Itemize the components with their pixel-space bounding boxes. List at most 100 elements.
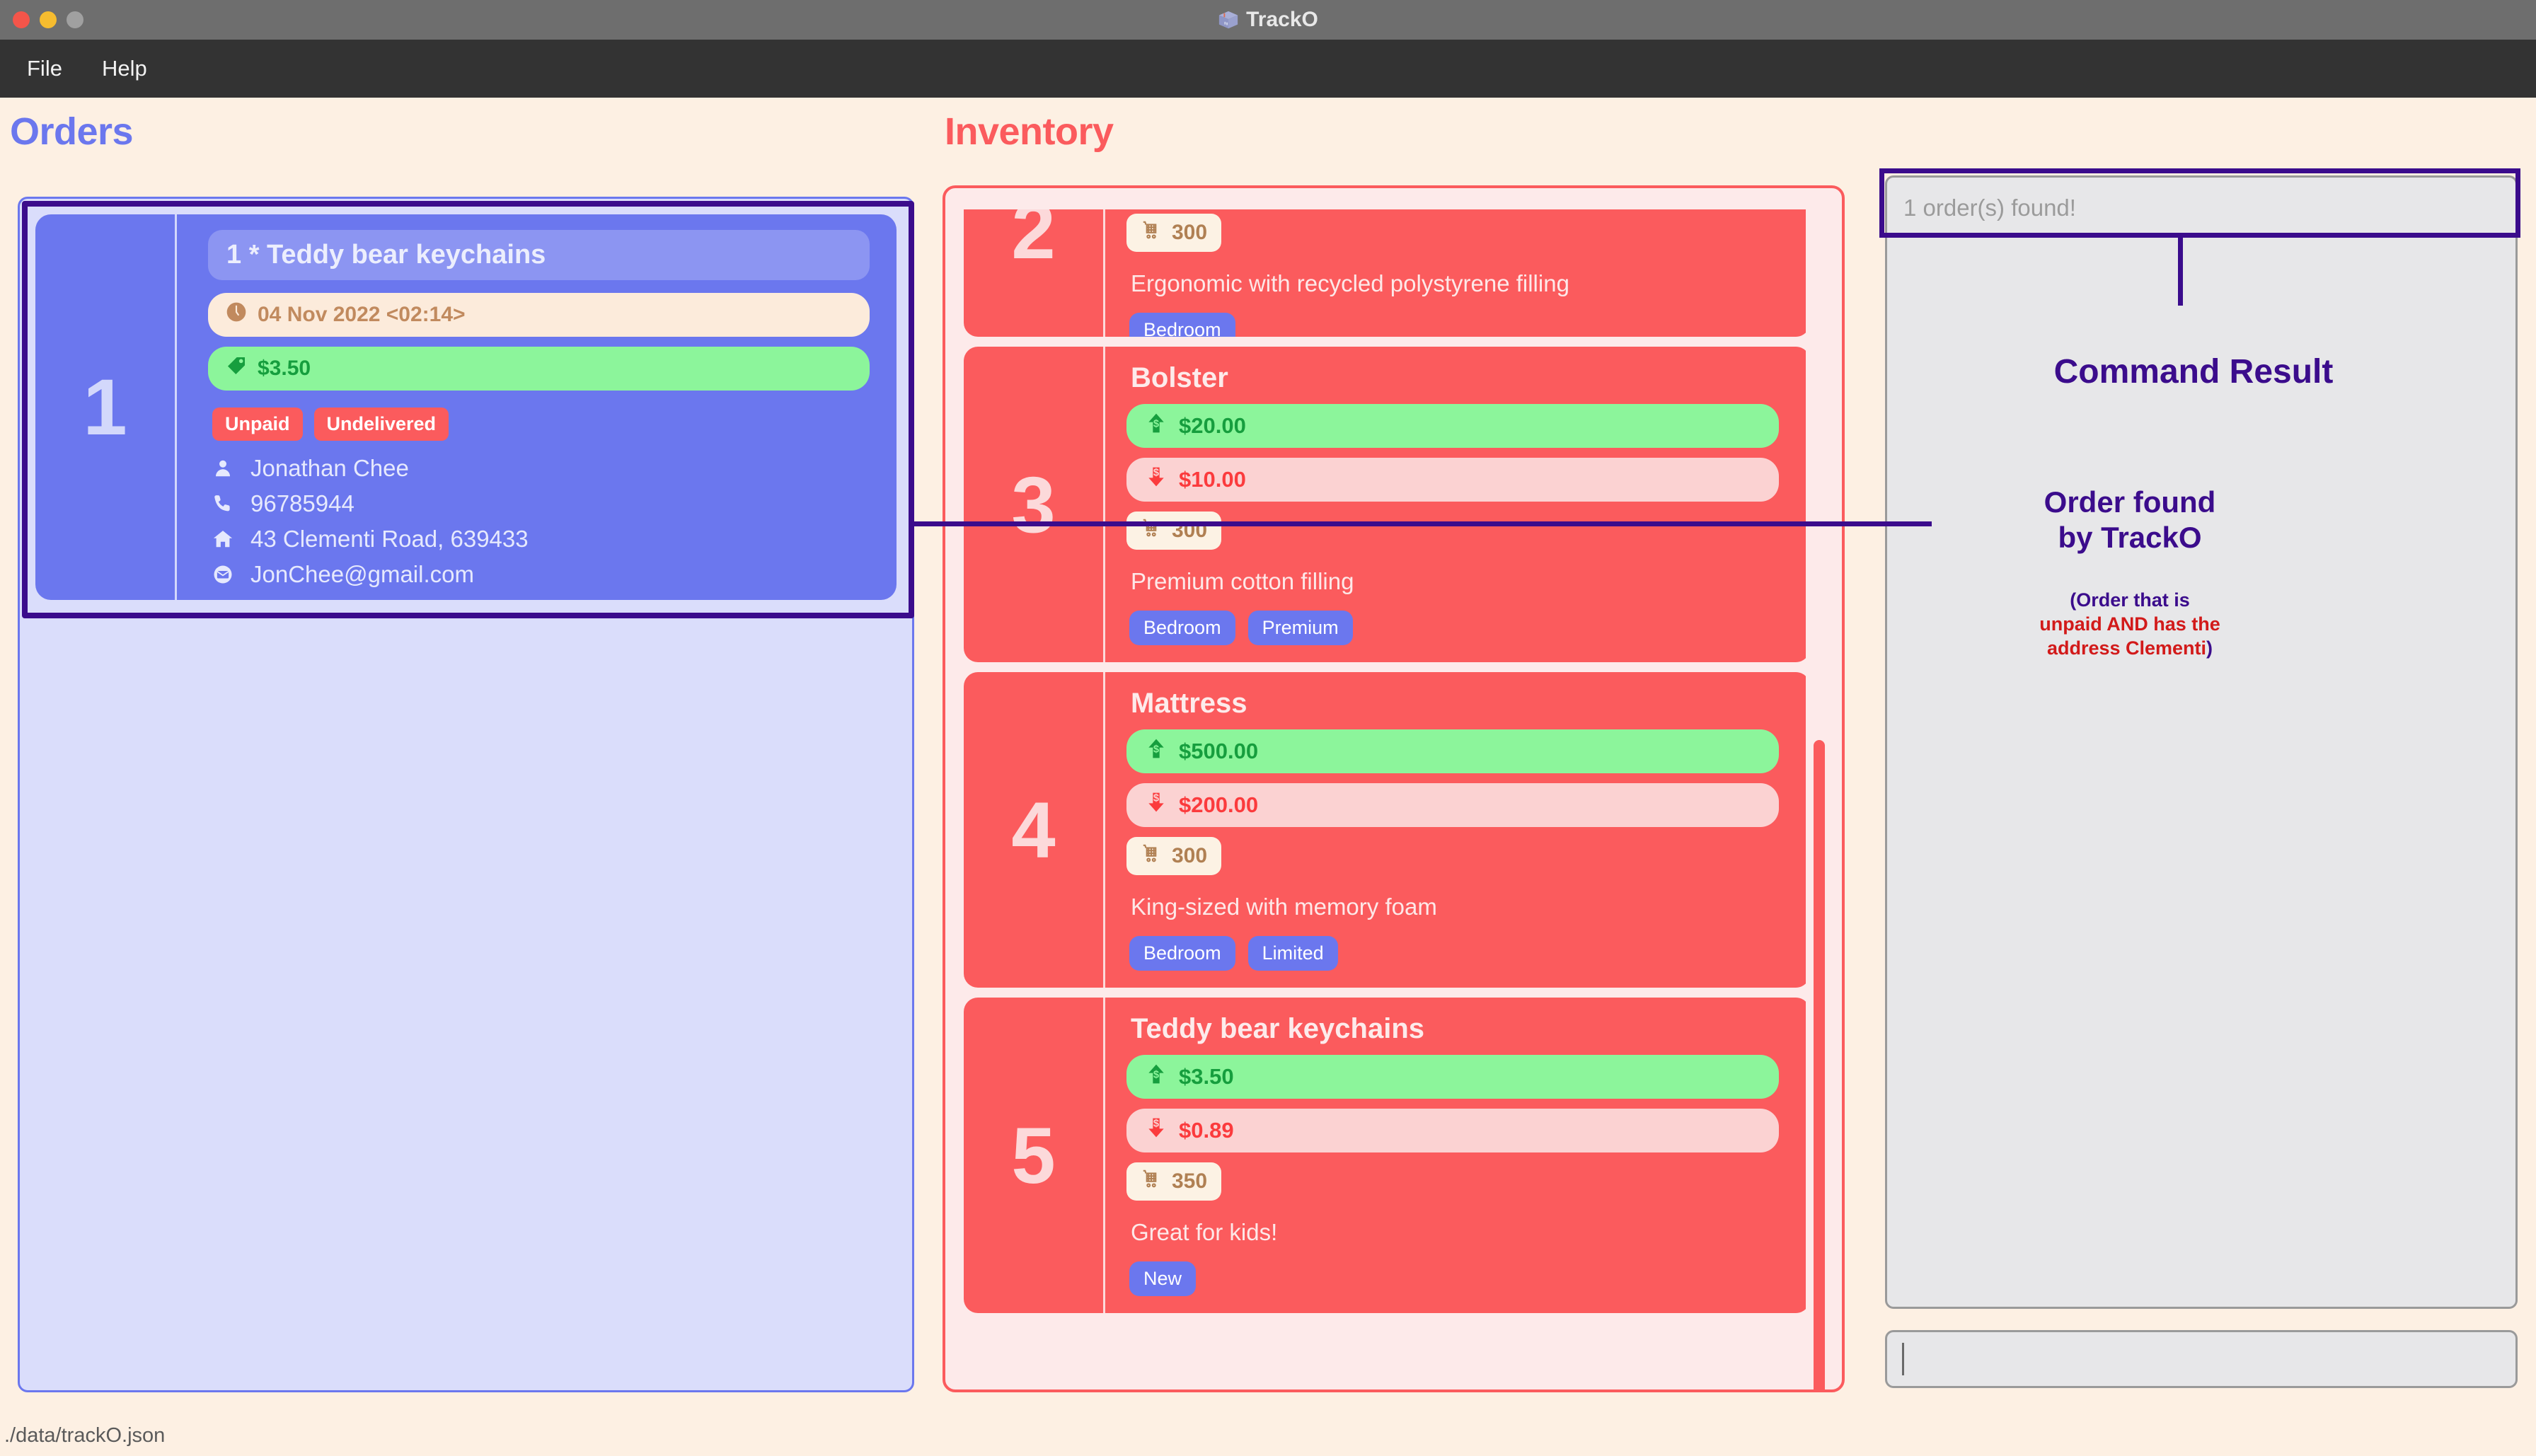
clock-icon bbox=[225, 301, 248, 329]
annotation-order-found-line2: by TrackO bbox=[2058, 520, 2202, 554]
inventory-tag: New bbox=[1129, 1261, 1197, 1296]
inventory-index: 3 bbox=[964, 347, 1105, 662]
inventory-tag: Bedroom bbox=[1129, 313, 1235, 337]
status-bar-path: ./data/trackO.json bbox=[4, 1424, 166, 1447]
inventory-sell-value: $3.50 bbox=[1179, 1064, 1234, 1089]
orders-panel[interactable]: 1 1 * Teddy bear keychains 04 Nov 2022 <… bbox=[18, 197, 914, 1392]
status-badge-unpaid: Unpaid bbox=[212, 408, 303, 441]
inventory-tags: Bedroom Limited bbox=[1129, 936, 1779, 971]
inventory-tags: Bedroom bbox=[1129, 313, 1779, 337]
inventory-tag: Premium bbox=[1247, 611, 1353, 645]
inventory-sell-value: $20.00 bbox=[1179, 413, 1246, 438]
inventory-sell-price: $ $500.00 bbox=[1126, 729, 1779, 773]
order-address: 43 Clementi Road, 639433 bbox=[250, 526, 529, 552]
price-up-icon: $ bbox=[1145, 737, 1168, 765]
inventory-cost-price: $ $200.00 bbox=[1126, 783, 1779, 827]
command-input-caret bbox=[1902, 1343, 1904, 1375]
command-result-panel bbox=[1885, 175, 2518, 1309]
inventory-scrollbar[interactable] bbox=[1814, 740, 1825, 1389]
orders-heading: Orders bbox=[10, 110, 134, 153]
inventory-card[interactable]: 3 Bolster $ $20.00 $ $10.00 300 Premium … bbox=[964, 347, 1806, 662]
inventory-title: Bolster bbox=[1131, 362, 1228, 393]
package-box-icon bbox=[1218, 9, 1239, 30]
window-title-text: TrackO bbox=[1246, 8, 1318, 31]
inventory-description: Ergonomic with recycled polystyrene fill… bbox=[1131, 270, 1569, 296]
title-bar: TrackO bbox=[0, 0, 2536, 40]
inventory-card[interactable]: 2 300 Ergonomic with recycled polystyren bbox=[964, 209, 1806, 337]
shopping-cart-icon bbox=[1141, 843, 1162, 869]
inventory-tags: Bedroom Premium bbox=[1129, 611, 1779, 645]
home-icon bbox=[211, 527, 235, 551]
inventory-body: Teddy bear keychains $ $3.50 $ $0.89 350… bbox=[1105, 998, 1806, 1313]
inventory-heading: Inventory bbox=[945, 110, 1114, 153]
command-result-message: 1 order(s) found! bbox=[1903, 195, 2076, 221]
inventory-sell-value: $500.00 bbox=[1179, 739, 1259, 763]
order-price-badge: $3.50 bbox=[208, 347, 870, 391]
svg-text:$: $ bbox=[1153, 744, 1159, 755]
status-badge-undelivered: Undelivered bbox=[313, 408, 449, 441]
inventory-quantity-value: 300 bbox=[1172, 844, 1208, 867]
order-email: JonChee@gmail.com bbox=[250, 561, 474, 587]
inventory-tags: New bbox=[1129, 1261, 1779, 1296]
order-phone-number: 96785944 bbox=[250, 490, 355, 516]
inventory-quantity-badge: 300 bbox=[1126, 512, 1222, 550]
maximize-button[interactable] bbox=[67, 11, 83, 28]
order-card[interactable]: 1 1 * Teddy bear keychains 04 Nov 2022 <… bbox=[35, 214, 897, 600]
annotation-command-result-label: Command Result bbox=[2053, 353, 2334, 391]
order-status-tags: Unpaid Undelivered bbox=[212, 408, 870, 441]
inventory-tag: Limited bbox=[1247, 936, 1338, 971]
inventory-body: Mattress $ $500.00 $ $200.00 300 King-si… bbox=[1105, 672, 1806, 988]
inventory-quantity-badge: 350 bbox=[1126, 1162, 1222, 1201]
inventory-tag: Bedroom bbox=[1129, 611, 1235, 645]
inventory-description: Premium cotton filling bbox=[1131, 568, 1354, 594]
window-controls[interactable] bbox=[13, 0, 83, 40]
phone-icon bbox=[211, 492, 235, 516]
envelope-icon bbox=[211, 562, 235, 587]
annotation-criteria-red-line1: unpaid AND has the bbox=[2039, 613, 2220, 635]
inventory-card[interactable]: 5 Teddy bear keychains $ $3.50 $ $0.89 3… bbox=[964, 998, 1806, 1313]
price-up-icon: $ bbox=[1145, 1063, 1168, 1091]
inventory-sell-price: $ $20.00 bbox=[1126, 404, 1779, 448]
inventory-title: Mattress bbox=[1131, 688, 1247, 719]
minimize-button[interactable] bbox=[40, 11, 57, 28]
inventory-index: 5 bbox=[964, 998, 1105, 1313]
inventory-quantity-badge: 300 bbox=[1126, 837, 1222, 875]
inventory-quantity-value: 300 bbox=[1172, 221, 1208, 244]
inventory-panel[interactable]: 2 300 Ergonomic with recycled polystyren bbox=[943, 185, 1845, 1392]
inventory-title: Teddy bear keychains bbox=[1131, 1013, 1424, 1044]
inventory-sell-price: $ $3.50 bbox=[1126, 1055, 1779, 1099]
command-input[interactable] bbox=[1885, 1330, 2518, 1388]
inventory-card[interactable]: 4 Mattress $ $500.00 $ $200.00 300 King-… bbox=[964, 672, 1806, 988]
inventory-cost-value: $10.00 bbox=[1179, 467, 1246, 492]
svg-text:$: $ bbox=[1153, 793, 1159, 804]
order-phone-row: 96785944 bbox=[208, 490, 870, 517]
inventory-description: King-sized with memory foam bbox=[1131, 894, 1437, 920]
menu-item-help[interactable]: Help bbox=[95, 52, 154, 86]
close-button[interactable] bbox=[13, 11, 30, 28]
annotation-order-criteria: (Order that is unpaid AND has the addres… bbox=[1946, 589, 2314, 660]
inventory-quantity-badge: 300 bbox=[1126, 214, 1222, 252]
inventory-cost-value: $200.00 bbox=[1179, 792, 1259, 817]
inventory-quantity-value: 350 bbox=[1172, 1169, 1208, 1193]
application-window: TrackO File Help Orders Inventory 1 1 * … bbox=[0, 0, 2536, 1456]
order-price-text: $3.50 bbox=[258, 357, 311, 380]
order-email-row: JonChee@gmail.com bbox=[208, 561, 870, 588]
inventory-index: 4 bbox=[964, 672, 1105, 988]
price-down-icon: $ bbox=[1145, 1116, 1168, 1145]
menu-item-file[interactable]: File bbox=[20, 52, 69, 86]
annotation-connector-vertical bbox=[2178, 238, 2183, 306]
person-icon bbox=[211, 456, 235, 480]
order-item-name: 1 * Teddy bear keychains bbox=[208, 230, 870, 280]
window-title: TrackO bbox=[1218, 8, 1318, 32]
annotation-criteria-red-line2: address Clementi) bbox=[1946, 637, 2314, 661]
order-person-name: Jonathan Chee bbox=[250, 455, 409, 481]
annotation-order-found-label: Order found by TrackO bbox=[1946, 485, 2314, 555]
inventory-tag: Bedroom bbox=[1129, 936, 1235, 971]
price-up-icon: $ bbox=[1145, 412, 1168, 440]
svg-text:$: $ bbox=[1153, 468, 1159, 479]
price-down-icon: $ bbox=[1145, 466, 1168, 494]
shopping-cart-icon bbox=[1141, 219, 1162, 246]
inventory-list[interactable]: 2 300 Ergonomic with recycled polystyren bbox=[964, 209, 1806, 1373]
annotation-connector-horizontal bbox=[913, 521, 1932, 526]
order-date-badge: 04 Nov 2022 <02:14> bbox=[208, 293, 870, 337]
